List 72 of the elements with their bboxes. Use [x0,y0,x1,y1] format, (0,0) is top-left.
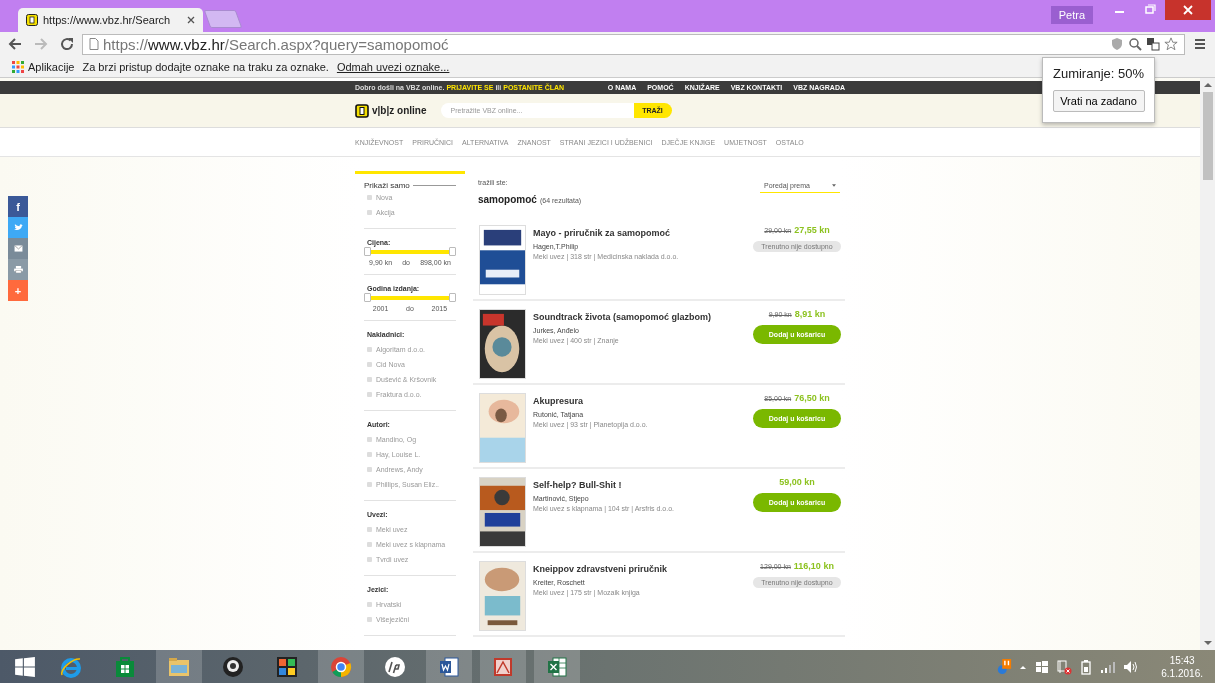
print-share-button[interactable] [8,259,28,280]
site-logo[interactable]: v|b|z online [372,105,427,116]
checkbox[interactable] [367,362,372,367]
close-window-icon[interactable] [1165,0,1211,20]
new-tab-button[interactable] [203,9,243,28]
checkbox[interactable] [367,195,372,200]
import-bookmarks-link[interactable]: Odmah uvezi oznake... [336,61,450,74]
site-favicon-icon [26,13,38,26]
scroll-up-icon[interactable] [1203,82,1212,88]
taskbar-app[interactable] [426,650,472,683]
page-icon [89,38,99,51]
mail-share-button[interactable] [8,238,28,259]
star-icon[interactable] [1164,37,1178,52]
checkbox[interactable] [367,617,372,622]
translate-icon[interactable] [1146,37,1160,52]
warning-icon[interactable] [996,658,1013,675]
shield-icon[interactable] [1110,37,1124,52]
profile-button[interactable]: Petra [1050,6,1093,24]
checkbox[interactable] [367,210,372,215]
reset-zoom-button[interactable]: Vrati na zadano [1052,90,1145,112]
price: 8,91 kn [794,309,826,319]
checkbox[interactable] [367,542,372,547]
checkbox[interactable] [367,527,372,532]
scrollbar-thumb[interactable] [1202,92,1213,180]
bookmarks-hint: Za brzi pristup dodajte oznake na traku za oznake. [82,61,329,74]
scroll-down-icon[interactable] [1203,640,1212,646]
spreadsheet-icon [545,654,569,679]
webcam-icon [221,654,245,679]
checkbox[interactable] [367,557,372,562]
twitter-share-button[interactable] [8,217,28,238]
price: 27,55 kn [794,225,830,235]
circle-logo-icon [383,654,407,679]
search-query: samopomoć [478,194,537,205]
price: 116,10 kn [793,561,834,571]
apps-grid-icon[interactable] [12,61,24,74]
address-bar[interactable]: https://www.vbz.hr/Search.aspx?query=samopomoć [82,33,1185,55]
browser-tab[interactable]: https://www.vbz.hr/Search [18,7,203,32]
printer-icon [13,266,23,273]
book-title[interactable]: Soundtrack života (samopomoć glazbom) [533,312,752,322]
round-browser-icon [329,654,353,679]
shopping-bag-icon [113,654,137,679]
zoom-icon[interactable] [1128,37,1142,52]
price: 76,50 kn [794,393,830,403]
book-title[interactable]: Mayo - priručnik za samopomoć [533,228,752,238]
filter-heading: Prikaži samo [364,181,410,190]
price: 59,00 kn [779,477,815,487]
puzzle-icon [275,654,299,679]
book-title[interactable]: Kneippov zdravstveni priručnik [533,564,752,574]
checkbox[interactable] [367,377,372,382]
checkbox[interactable] [367,467,372,472]
caret-icon [832,184,836,187]
envelope-icon [13,245,23,252]
zoom-level: Zumiranje: 50% [1052,66,1144,81]
logo-icon [355,103,369,118]
checkbox[interactable] [367,437,372,442]
network-error-icon[interactable] [1056,658,1073,675]
checkbox[interactable] [367,392,372,397]
more-share-button[interactable]: + [8,280,28,301]
checkbox[interactable] [367,482,372,487]
clock[interactable]: 15:43 6.1.2016. [1161,653,1203,680]
close-icon[interactable] [187,15,195,24]
facebook-share-button[interactable]: f [8,196,28,217]
reload-icon[interactable] [58,36,76,53]
windows-logo-icon[interactable] [14,655,36,678]
apps-link[interactable]: Aplikacije [28,61,75,74]
book-title[interactable]: Akupresura [533,396,752,406]
checkbox[interactable] [367,347,372,352]
checkbox[interactable] [367,602,372,607]
bird-icon [13,224,23,231]
document-icon [437,654,461,679]
book-title[interactable]: Self-help? Bull-Shit ! [533,480,752,490]
checkbox[interactable] [367,452,372,457]
